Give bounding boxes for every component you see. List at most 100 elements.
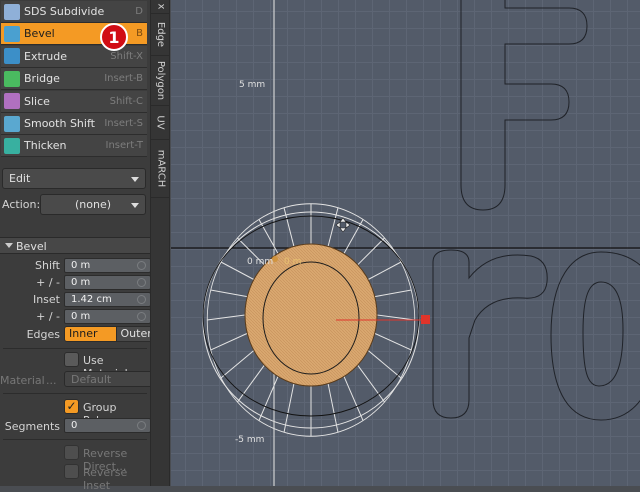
viewport-canvas <box>171 0 640 486</box>
shift-value: 0 m <box>71 260 91 271</box>
letter-f-outline <box>460 0 588 211</box>
inset-field[interactable]: 1.42 cm <box>64 292 151 307</box>
reset-icon[interactable] <box>137 421 146 430</box>
action-dropdown[interactable]: (none) <box>40 194 146 215</box>
inset-pm-label: + / - <box>36 310 60 323</box>
thicken-icon <box>4 137 20 154</box>
tool-panel: SDS Subdivide D Bevel B Extrude Shift-X Bridge… <box>0 0 167 492</box>
action-value: (none) <box>74 198 112 211</box>
divider <box>3 393 147 394</box>
tool-shortcut: Insert-B <box>104 73 143 85</box>
reverse-inset-label: Reverse Inset <box>83 466 128 492</box>
material-label: Material <box>0 374 45 387</box>
inset-pm-field[interactable]: 0 m <box>64 309 151 324</box>
shift-field[interactable]: 0 m <box>64 258 151 273</box>
bevel-edge <box>258 376 279 421</box>
material-value: Default <box>71 372 112 386</box>
extrude-icon <box>4 48 20 65</box>
tab-march[interactable]: mARCH <box>151 140 170 198</box>
reverse-direction-checkbox[interactable] <box>64 445 79 460</box>
bevel-edge <box>210 332 248 351</box>
chevron-down-icon <box>131 203 139 208</box>
edges-inner-option[interactable]: Inner <box>65 327 116 341</box>
bevel-edge <box>210 289 248 298</box>
tab-uv[interactable]: UV <box>151 106 170 140</box>
letter-o-outline <box>550 251 640 421</box>
segments-field[interactable]: 0 <box>64 418 151 433</box>
tab-edge[interactable]: Edge <box>151 14 170 56</box>
tool-shortcut: Shift-C <box>109 95 143 107</box>
reset-icon[interactable] <box>137 295 146 304</box>
tool-shortcut: Shift-X <box>110 50 143 62</box>
collapse-icon <box>5 243 13 248</box>
slice-icon <box>4 93 20 110</box>
letter-r-outline <box>432 249 548 419</box>
vertical-tab-bar: x Edge Polygon UV mARCH <box>150 0 170 486</box>
smooth-shift-icon <box>4 115 20 132</box>
tool-shortcut: D <box>135 6 143 17</box>
tab-polygon[interactable]: Polygon <box>151 56 170 106</box>
divider <box>3 439 147 440</box>
sds-subdivide-icon <box>4 3 20 20</box>
inset-pm-value: 0 m <box>71 311 91 322</box>
handle-value: 0 m <box>284 257 302 267</box>
bevel-section-header[interactable]: Bevel <box>0 237 150 254</box>
shift-pm-field[interactable]: 0 m <box>64 275 151 290</box>
callout-badge: 1 <box>100 23 128 51</box>
tab-edge-label: Edge <box>155 21 167 48</box>
bevel-edge <box>367 350 402 379</box>
material-dots: ... <box>46 374 57 387</box>
tool-shortcut: Insert-T <box>105 140 143 152</box>
bevel-edge <box>357 237 385 266</box>
segments-value: 0 <box>71 420 78 431</box>
tool-bridge-button[interactable]: Bridge Insert-B <box>1 68 147 91</box>
bevel-edge <box>374 332 412 351</box>
inset-label: Inset <box>32 293 60 306</box>
tool-label: Bridge <box>24 72 60 86</box>
shift-pm-value: 0 m <box>71 277 91 288</box>
tool-shortcut: B <box>136 28 143 40</box>
3d-viewport[interactable]: 5 mm 0 mm 0 m -5 mm <box>171 0 640 486</box>
bevel-edge <box>357 364 385 403</box>
bevel-handle[interactable] <box>421 315 430 324</box>
ruler-0mm: 0 mm <box>247 257 274 267</box>
edges-label: Edges <box>26 328 60 341</box>
tab-x[interactable]: x <box>151 0 170 14</box>
segments-label: Segments <box>4 420 60 433</box>
ruler-neg5mm: -5 mm <box>235 435 265 445</box>
inset-value: 1.42 cm <box>71 294 112 305</box>
tab-uv-label: UV <box>154 115 166 130</box>
bevel-edge <box>374 289 412 298</box>
section-title: Bevel <box>16 240 47 253</box>
edit-dropdown[interactable]: Edit <box>2 168 146 189</box>
tab-x-label: x <box>154 3 166 10</box>
tool-shortcut: Insert-S <box>104 118 143 129</box>
tool-slice-button[interactable]: Slice Shift-C <box>1 90 147 113</box>
shift-label: Shift <box>34 259 60 272</box>
reset-icon[interactable] <box>137 278 146 287</box>
tool-label: Slice <box>24 94 50 108</box>
bevel-edge <box>237 364 265 403</box>
action-label: Action: <box>2 198 41 211</box>
edit-dropdown-label: Edit <box>9 172 31 185</box>
bevel-edge <box>343 376 364 421</box>
reset-icon[interactable] <box>137 312 146 321</box>
bevel-icon <box>4 25 20 42</box>
use-material-checkbox[interactable] <box>64 352 79 367</box>
tool-label: Smooth Shift <box>24 117 95 130</box>
tool-extrude-button[interactable]: Extrude Shift-X <box>1 45 147 68</box>
tool-thicken-button[interactable]: Thicken Insert-T <box>1 135 147 158</box>
tool-label: SDS Subdivide <box>24 5 105 18</box>
move-cursor-icon <box>335 217 351 233</box>
bevel-edge <box>376 314 416 321</box>
reverse-inset-checkbox[interactable] <box>64 464 79 479</box>
tool-sds-subdivide-button[interactable]: SDS Subdivide D <box>1 1 147 23</box>
tool-smooth-shift-button[interactable]: Smooth Shift Insert-S <box>1 113 147 135</box>
tool-label: Extrude <box>24 49 68 63</box>
reset-icon[interactable] <box>137 261 146 270</box>
group-polygons-checkbox[interactable]: ✓ <box>64 399 79 414</box>
bridge-icon <box>4 70 20 87</box>
tab-polygon-label: Polygon <box>155 60 167 101</box>
divider <box>3 348 147 349</box>
ruler-5mm: 5 mm <box>239 80 266 90</box>
